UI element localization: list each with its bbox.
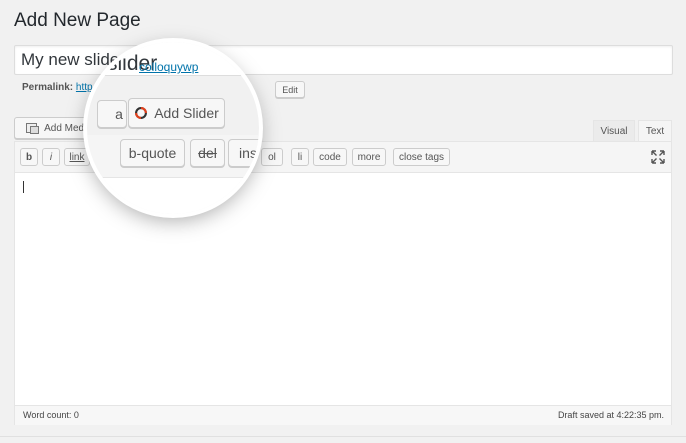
magnified-del-label: del [198, 145, 217, 161]
tab-text[interactable]: Text [638, 120, 672, 142]
editor-status-bar: Word count: 0 Draft saved at 4:22:35 pm. [15, 405, 671, 425]
text-cursor [23, 181, 24, 193]
fullscreen-icon[interactable] [651, 150, 665, 164]
tab-visual[interactable]: Visual [593, 120, 635, 142]
slider-logo-icon [135, 107, 148, 119]
word-count: Word count: 0 [23, 410, 79, 420]
permalink-edit-button[interactable]: Edit [275, 81, 305, 98]
qt-more-button[interactable]: more [352, 148, 386, 166]
magnified-ins-button: ins [228, 139, 259, 167]
magnified-del-button: del [190, 139, 225, 167]
magnifier-lens: slider colloquywp a Add Slider b-quote d… [87, 42, 259, 214]
qt-close-tags-button[interactable]: close tags [393, 148, 450, 166]
magnified-add-media-label: a [115, 106, 123, 122]
permalink-label: Permalink: [22, 82, 74, 93]
divider [0, 436, 686, 437]
add-slider-label: Add Slider [154, 105, 219, 121]
qt-italic-button[interactable]: i [42, 148, 60, 166]
draft-saved-status: Draft saved at 4:22:35 pm. [557, 410, 664, 420]
add-slider-button[interactable]: Add Slider [128, 98, 225, 128]
qt-ol-button[interactable]: ol [261, 148, 283, 166]
add-media-label: Add Media [44, 122, 92, 134]
magnified-add-media-button: a [97, 100, 127, 128]
qt-li-button[interactable]: li [291, 148, 309, 166]
magnified-permalink: colloquywp [139, 60, 199, 74]
page-title: Add New Page [14, 10, 141, 31]
magnified-ins-label: ins [239, 145, 257, 161]
magnified-editor-area [87, 178, 259, 214]
magnified-b-quote-button: b-quote [120, 139, 185, 167]
qt-code-button[interactable]: code [313, 148, 347, 166]
magnified-b-quote-label: b-quote [128, 145, 177, 161]
media-icon [26, 122, 40, 134]
qt-bold-button[interactable]: b [20, 148, 38, 166]
